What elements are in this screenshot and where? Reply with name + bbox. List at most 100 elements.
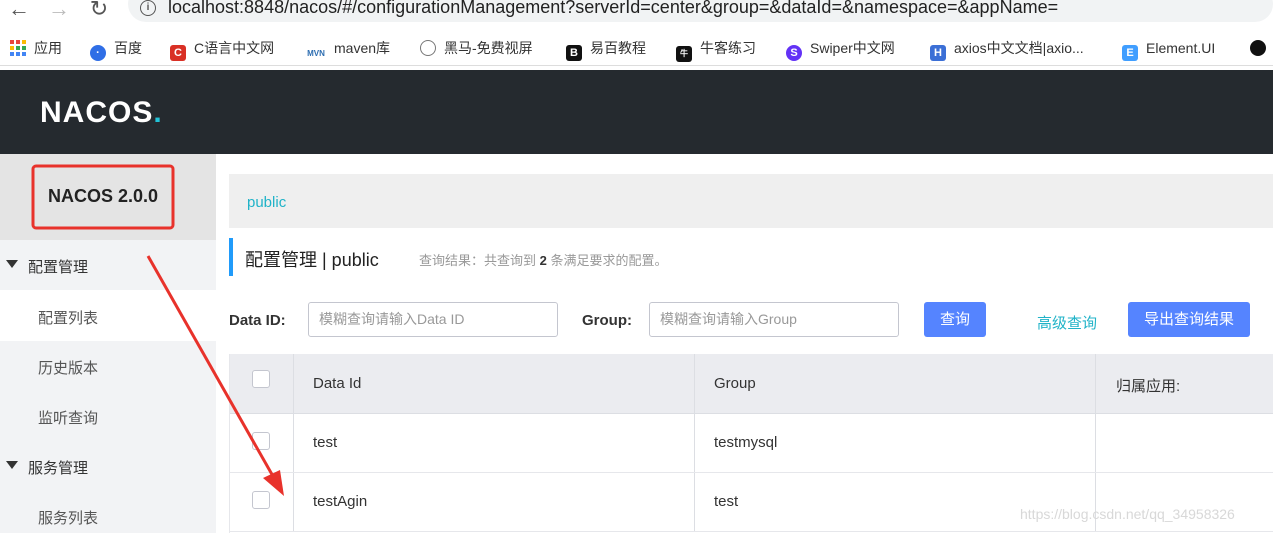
bookmark-heima[interactable]: 黑马-免费视屏	[420, 38, 533, 58]
sidebar-item-label: 配置列表	[38, 310, 99, 327]
dataid-input[interactable]: 模糊查询请输入Data ID	[308, 302, 558, 337]
sidebar: NACOS 2.0.0 配置管理 配置列表 历史版本 监听查询 服务管理 服务列…	[0, 154, 216, 533]
column-divider	[293, 414, 294, 472]
bookmark-label: Swiper中文网	[810, 40, 895, 56]
bookmark-yibai[interactable]: B 易百教程	[566, 38, 646, 61]
logo-text: NACOS	[40, 96, 154, 129]
column-divider	[694, 414, 695, 472]
sidebar-group-service[interactable]: 服务管理	[0, 441, 216, 491]
sidebar-item-history[interactable]: 历史版本	[0, 341, 216, 391]
column-divider	[1095, 473, 1096, 531]
cell-dataid: test	[313, 434, 338, 451]
main-content: public 配置管理 | public 查询结果：共查询到 2 条满足要求的配…	[216, 154, 1273, 533]
result-prefix: 查询结果：共查询到	[419, 253, 537, 268]
sidebar-item-label: 监听查询	[38, 410, 99, 427]
row-checkbox[interactable]	[252, 432, 270, 450]
swiper-s-icon: S	[786, 45, 802, 61]
b-icon: B	[566, 45, 582, 61]
sidebar-item-service-list[interactable]: 服务列表	[0, 491, 216, 533]
cell-group: test	[714, 493, 739, 510]
page-title: 配置管理 | public	[245, 250, 379, 270]
column-divider	[293, 473, 294, 531]
logo-dot: .	[153, 96, 163, 129]
result-suffix: 条满足要求的配置。	[550, 253, 668, 268]
search-bar: Data ID: 模糊查询请输入Data ID Group: 模糊查询请输入Gr…	[229, 300, 1273, 340]
caret-down-icon	[6, 260, 18, 268]
watermark-text: https://blog.csdn.net/qq_34958326	[1020, 506, 1235, 522]
bookmark-label: 百度	[114, 40, 142, 56]
bookmark-baidu[interactable]: · 百度	[90, 38, 142, 61]
bookmark-label: 牛客练习	[700, 40, 756, 56]
url-text[interactable]: localhost:8848/nacos/#/configurationMana…	[168, 0, 1058, 18]
column-header-dataid[interactable]: Data Id	[313, 375, 361, 392]
bookmark-c-lang[interactable]: C C语言中文网	[170, 38, 275, 61]
sidebar-item-config-list[interactable]: 配置列表	[0, 291, 216, 341]
group-input[interactable]: 模糊查询请输入Group	[649, 302, 899, 337]
namespace-bar: public	[229, 174, 1273, 228]
bookmark-maven[interactable]: MVN maven库	[306, 38, 391, 62]
advanced-query-link[interactable]: 高级查询	[1037, 312, 1097, 333]
row-checkbox[interactable]	[252, 491, 270, 509]
column-divider	[1095, 354, 1096, 413]
caret-down-icon	[6, 461, 18, 469]
column-header-group[interactable]: Group	[714, 375, 756, 392]
bookmark-swiper[interactable]: S Swiper中文网	[786, 38, 895, 61]
bookmark-label: axios中文文档|axio...	[954, 40, 1084, 56]
dataid-label: Data ID:	[229, 312, 286, 329]
table-header: Data Id Group 归属应用:	[230, 354, 1273, 414]
bookmark-axios[interactable]: Haxios中文文档|axio...	[930, 38, 1084, 61]
query-button[interactable]: 查询	[924, 302, 986, 337]
column-header-app[interactable]: 归属应用:	[1116, 375, 1180, 396]
apps-grid-icon	[10, 40, 26, 56]
heima-icon	[420, 40, 436, 56]
cell-dataid: testAgin	[313, 493, 368, 510]
bookmark-label: 易百教程	[590, 40, 646, 56]
back-arrow-icon[interactable]: ←	[8, 0, 30, 22]
namespace-tab-public[interactable]: public	[247, 194, 286, 211]
bookmark-github[interactable]	[1250, 38, 1273, 58]
column-divider	[293, 354, 294, 413]
sidebar-group-label: 配置管理	[28, 259, 89, 276]
cell-group: testmysql	[714, 434, 778, 451]
bookmark-label: 应用	[34, 40, 62, 56]
bookmark-label: Element.UI	[1146, 40, 1216, 56]
sidebar-group-config[interactable]: 配置管理	[0, 240, 216, 290]
column-divider	[694, 473, 695, 531]
result-count: 2	[539, 253, 547, 268]
table-row[interactable]: testAgin test	[230, 473, 1273, 532]
sidebar-version-header: NACOS 2.0.0	[0, 154, 216, 240]
mvn-icon: MVN	[306, 46, 326, 62]
bookmark-label: 黑马-免费视屏	[444, 40, 533, 56]
bookmarks-bar: 应用 · 百度 C C语言中文网 MVN maven库 黑马-免费视屏 B 易百教程 牛…	[0, 30, 1273, 66]
bookmark-label: C语言中文网	[194, 40, 275, 56]
reload-icon[interactable]: ↻	[88, 0, 110, 22]
c-icon: C	[170, 45, 186, 61]
bookmark-apps[interactable]: 应用	[10, 38, 62, 58]
sidebar-group-label: 服务管理	[28, 460, 89, 477]
baidu-paw-icon: ·	[90, 45, 106, 61]
column-divider	[1095, 414, 1096, 472]
bookmark-label: maven库	[334, 40, 391, 56]
sidebar-item-listener-query[interactable]: 监听查询	[0, 391, 216, 441]
page: ← → ↻ i localhost:8848/nacos/#/configura…	[0, 0, 1273, 533]
app-header: NACOS.	[0, 70, 1273, 154]
niuke-icon: 牛	[676, 46, 692, 62]
select-all-checkbox[interactable]	[252, 370, 270, 388]
nacos-logo[interactable]: NACOS.	[40, 96, 163, 130]
title-accent-bar	[229, 238, 233, 276]
bookmark-niuke[interactable]: 牛牛客练习	[676, 38, 756, 62]
version-label: NACOS 2.0.0	[48, 186, 159, 206]
column-divider	[694, 354, 695, 413]
bookmark-element[interactable]: E Element.UI	[1122, 38, 1216, 61]
table-row[interactable]: test testmysql	[230, 414, 1273, 473]
sidebar-item-label: 历史版本	[38, 360, 99, 377]
browser-toolbar: ← → ↻ i localhost:8848/nacos/#/configura…	[0, 0, 1273, 26]
page-title-row: 配置管理 | public 查询结果：共查询到 2 条满足要求的配置。	[229, 238, 1273, 278]
export-results-button[interactable]: 导出查询结果	[1128, 302, 1250, 337]
forward-arrow-icon[interactable]: →	[48, 0, 70, 22]
sidebar-item-label: 服务列表	[38, 510, 99, 527]
github-icon	[1250, 40, 1266, 56]
address-bar[interactable]: i localhost:8848/nacos/#/configurationMa…	[128, 0, 1273, 22]
info-icon[interactable]: i	[140, 0, 156, 16]
group-label: Group:	[582, 312, 632, 329]
